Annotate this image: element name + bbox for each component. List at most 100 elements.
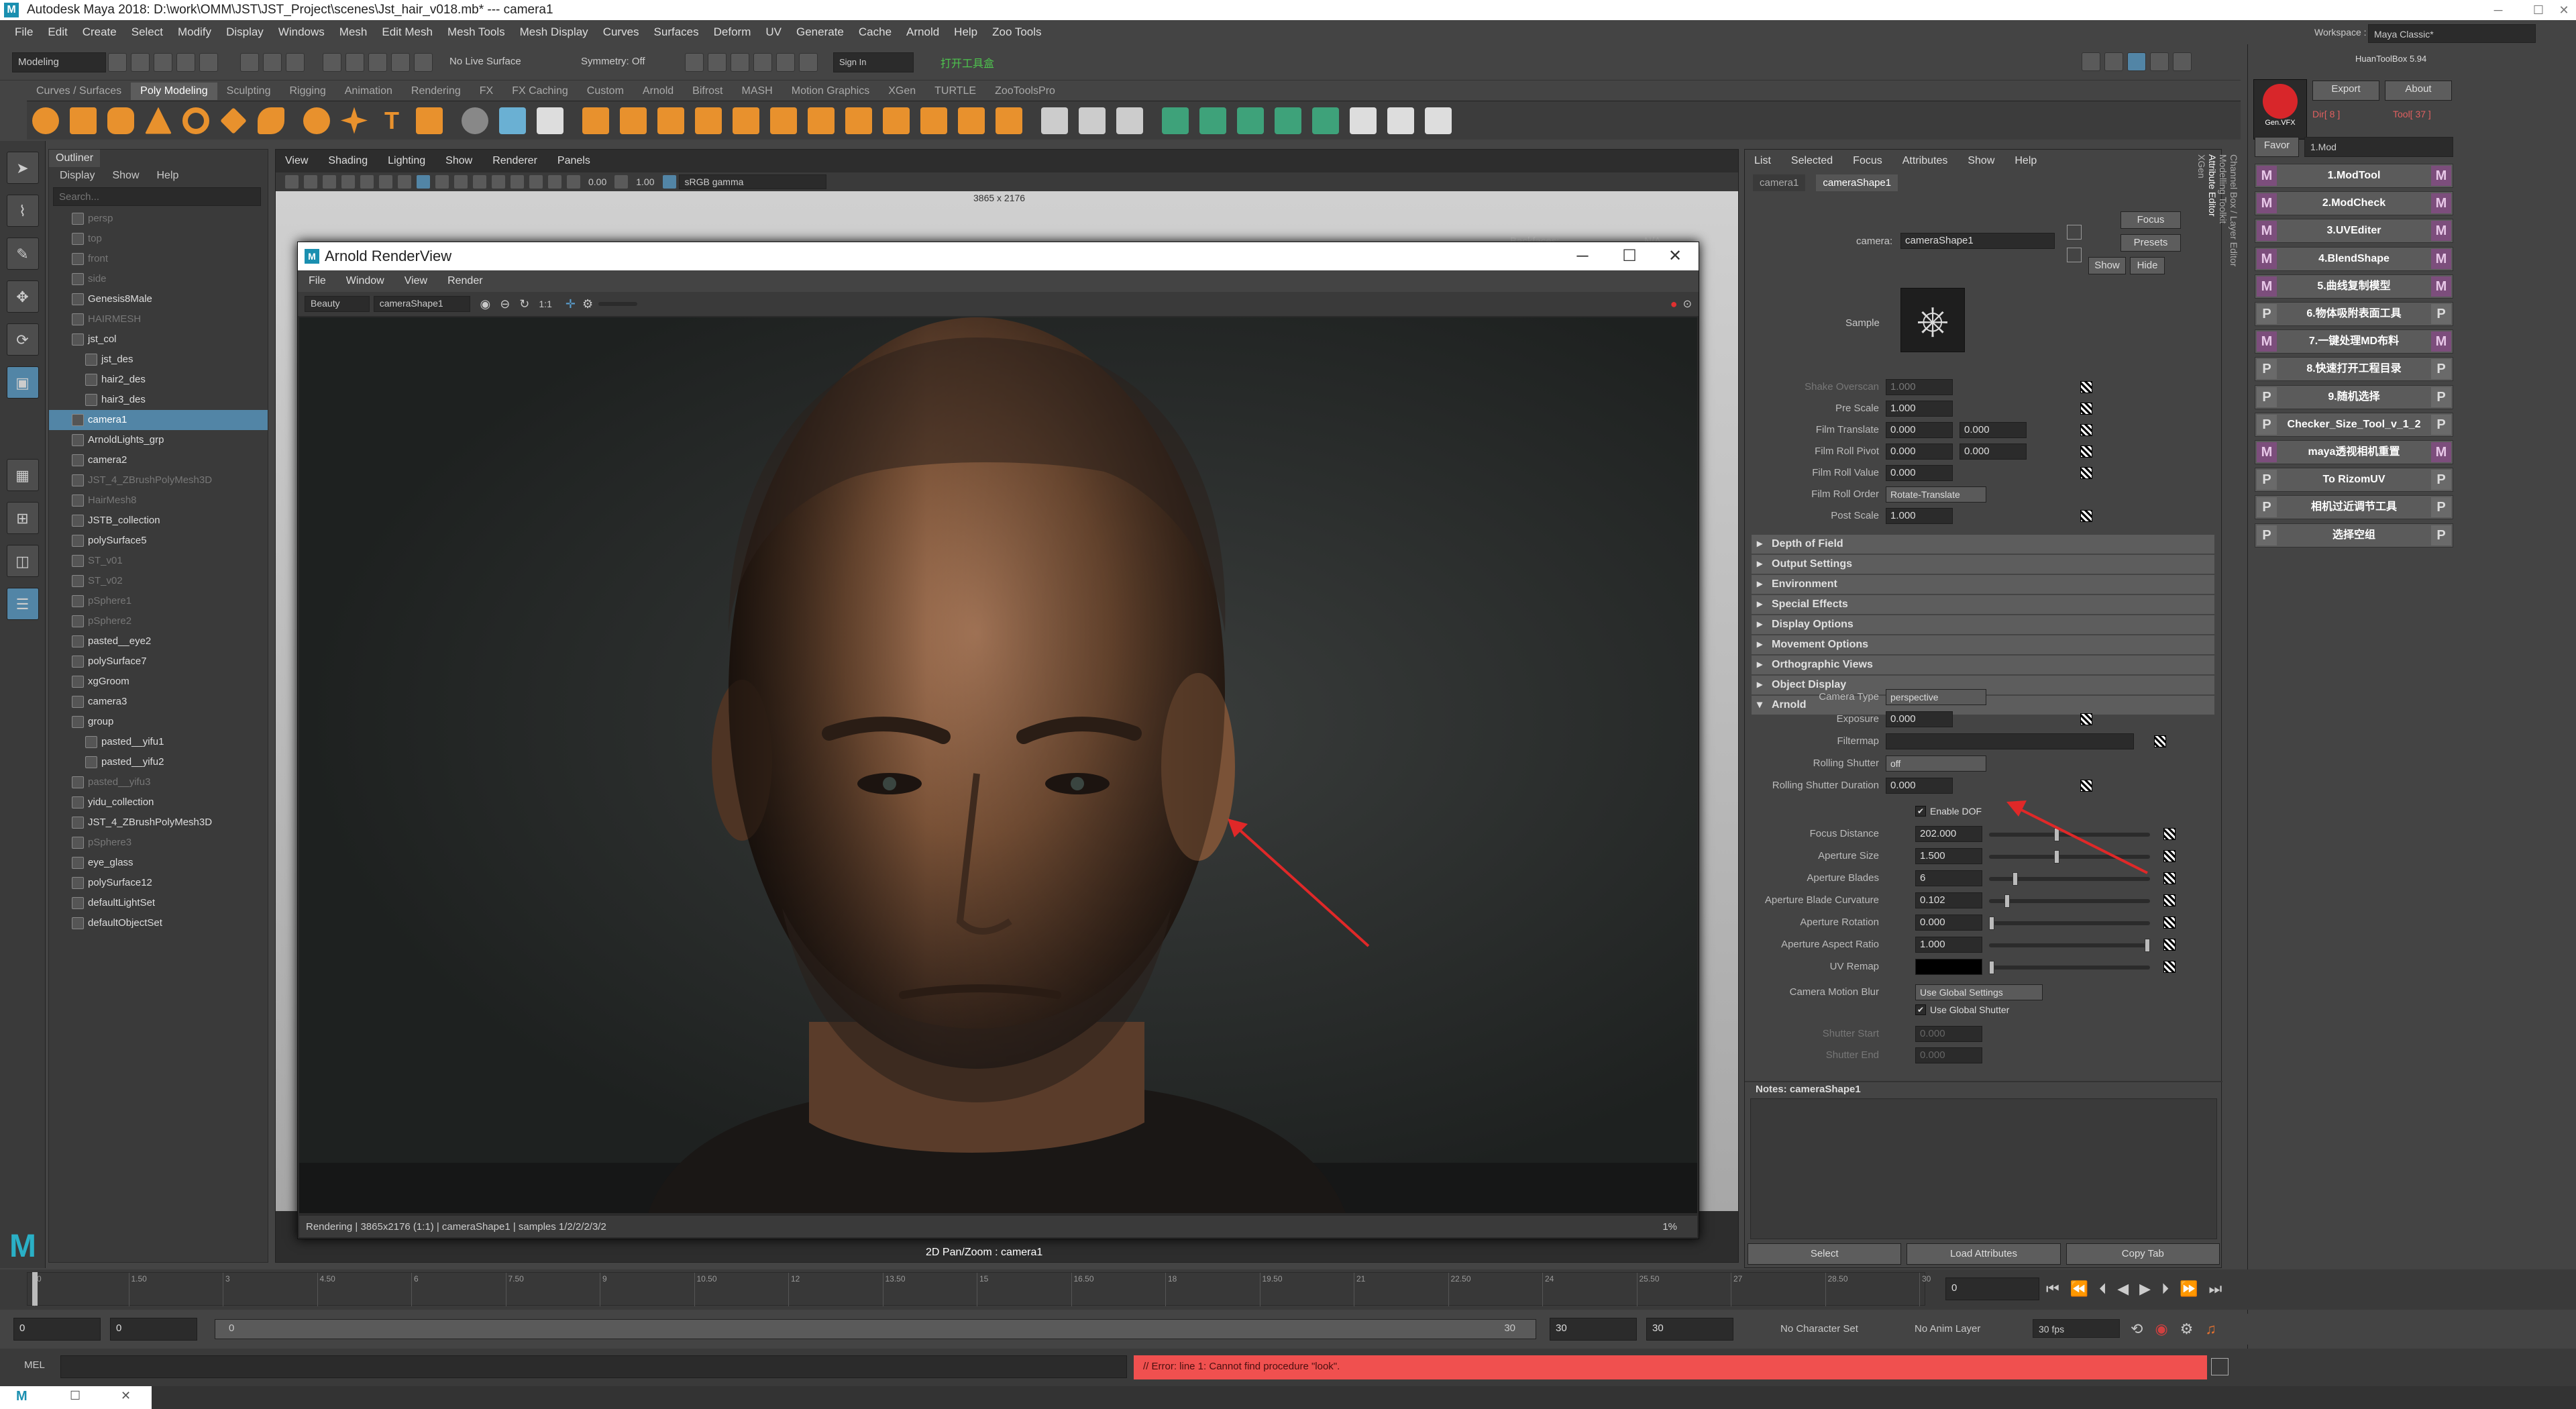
menu-item-help[interactable]: Help [954, 25, 977, 39]
outliner-item[interactable]: pSphere1 [49, 591, 268, 611]
outliner-item[interactable]: polySurface12 [49, 873, 268, 893]
attr-slider[interactable] [1989, 894, 2150, 908]
layout-icon[interactable] [2150, 52, 2169, 71]
outliner-item[interactable]: pasted__eye2 [49, 631, 268, 651]
rotate-tool-icon[interactable]: ⟳ [6, 323, 39, 356]
xray-icon[interactable] [548, 175, 561, 189]
current-frame-field[interactable]: 0 [1945, 1277, 2039, 1300]
outliner-item[interactable]: persp [49, 209, 268, 229]
poly-plane-icon[interactable] [220, 107, 247, 134]
poly-cone-icon[interactable] [145, 107, 172, 134]
attr-slider[interactable] [1989, 939, 2150, 952]
restore-icon[interactable]: ☐ [70, 1389, 80, 1403]
range-start-field[interactable]: 0 [110, 1318, 197, 1341]
viewport-menu-item[interactable]: Panels [557, 155, 590, 167]
attr-tab[interactable]: cameraShape1 [1816, 174, 1898, 191]
global-shutter-checkbox[interactable]: ✔ Use Global Shutter [1915, 1004, 2009, 1015]
soccer-ball-icon[interactable] [303, 107, 330, 134]
outliner-item[interactable]: xgGroom [49, 672, 268, 692]
range-bar[interactable]: 0 30 [215, 1319, 1536, 1339]
attr-focus-icon[interactable] [2067, 225, 2082, 240]
time-ruler[interactable]: 0 1.50 3 4.50 6 7.50 9 10.50 12 13.50 15 16.50 18 19.… [27, 1272, 1931, 1306]
shelf-tab[interactable]: Rendering [402, 83, 470, 100]
gear-icon[interactable] [537, 107, 564, 134]
new-scene-icon[interactable] [108, 52, 127, 72]
outliner-item[interactable]: pasted__yifu3 [49, 772, 268, 792]
uv-unfold-icon[interactable] [1199, 107, 1226, 134]
uv-sew-icon[interactable] [1312, 107, 1339, 134]
image-plane-icon[interactable] [341, 175, 355, 189]
presets-button[interactable]: Presets [2121, 234, 2181, 252]
shelf-tab[interactable]: Animation [335, 83, 402, 100]
menu-item-curves[interactable]: Curves [603, 25, 639, 39]
edge-loop-icon[interactable] [1079, 107, 1106, 134]
shelf-tab[interactable]: FX Caching [502, 83, 578, 100]
crop-icon[interactable]: ✛ [566, 297, 576, 311]
map-button-icon[interactable] [2080, 510, 2092, 522]
map-button-icon[interactable] [2080, 713, 2092, 725]
menu-item-display[interactable]: Display [226, 25, 264, 39]
shelf-tab[interactable]: ZooToolsPro [985, 83, 1065, 100]
isolate-icon[interactable] [529, 175, 543, 189]
outliner-item[interactable]: jst_col [49, 329, 268, 350]
bevel-icon[interactable] [845, 107, 872, 134]
outliner-tab[interactable]: Outliner [49, 150, 101, 167]
outliner-item[interactable]: pasted__yifu1 [49, 732, 268, 752]
command-input[interactable] [60, 1355, 1127, 1378]
sound-icon[interactable]: ♫ [2205, 1320, 2216, 1338]
shelf-tab[interactable]: Custom [578, 83, 633, 100]
menu-item-mesh-tools[interactable]: Mesh Tools [447, 25, 505, 39]
text-icon[interactable]: T [378, 107, 405, 134]
layout-icon[interactable] [2082, 52, 2100, 71]
exposure-slider[interactable] [598, 302, 637, 306]
step-forward-key-icon[interactable]: ⏩ [2180, 1280, 2198, 1298]
open-scene-icon[interactable] [131, 52, 150, 72]
hide-button[interactable]: Hide [2130, 257, 2165, 274]
map-button-icon[interactable] [2163, 917, 2176, 929]
outliner-search-input[interactable] [53, 187, 261, 206]
menu-item-create[interactable]: Create [83, 25, 117, 39]
smooth-shade-icon[interactable] [454, 175, 468, 189]
select-hierarchy-icon[interactable] [240, 52, 259, 72]
transform-icon[interactable] [1387, 107, 1414, 134]
shelf-tab[interactable]: Bifrost [683, 83, 732, 100]
enable-dof-checkbox[interactable]: ✔ Enable DOF [1915, 806, 1982, 817]
toolbox-item[interactable]: P 8.快速打开工程目录 P [2255, 357, 2453, 382]
outliner-item[interactable]: hair3_des [49, 390, 268, 410]
camera-name-field[interactable]: cameraShape1 [1900, 233, 2055, 249]
time-slider[interactable]: 0 1.50 3 4.50 6 7.50 9 10.50 12 13.50 15 16.50 18 19.… [0, 1269, 2576, 1310]
boolean-icon[interactable] [695, 107, 722, 134]
shelf-tab[interactable]: Sculpting [217, 83, 280, 100]
renderview-menu-item[interactable]: View [405, 275, 427, 287]
viewport-menu-item[interactable]: Renderer [492, 155, 537, 167]
menu-item-arnold[interactable]: Arnold [906, 25, 939, 39]
toolbox-item[interactable]: P 6.物体吸附表面工具 P [2255, 302, 2453, 326]
shelf-tab[interactable]: MASH [733, 83, 782, 100]
menu-item-edit[interactable]: Edit [48, 25, 67, 39]
shelf-tab[interactable]: TURTLE [925, 83, 985, 100]
measure-icon[interactable] [499, 107, 526, 134]
map-button-icon[interactable] [2080, 424, 2092, 436]
play-forward-icon[interactable]: ▶ [2139, 1280, 2151, 1298]
toolbox-item[interactable]: P 9.随机选择 P [2255, 384, 2453, 409]
outliner-item[interactable]: defaultObjectSet [49, 913, 268, 933]
snap-point-icon[interactable] [368, 52, 387, 72]
outliner-item[interactable]: jst_des [49, 350, 268, 370]
poly-torus-icon[interactable] [182, 107, 209, 134]
layout-icon[interactable] [2127, 52, 2146, 71]
outliner-item[interactable]: polySurface5 [49, 531, 268, 551]
menu-item-mesh[interactable]: Mesh [339, 25, 368, 39]
redo-icon[interactable] [199, 52, 218, 72]
attr-field[interactable]: 0.000 [1886, 422, 1953, 438]
map-button-icon[interactable] [2080, 467, 2092, 479]
renderview-menu-item[interactable]: Window [346, 275, 384, 287]
attr-slider[interactable] [1989, 917, 2150, 930]
shelf-tab[interactable]: Motion Graphics [782, 83, 879, 100]
section-header-movement-options[interactable]: ▸ Movement Options [1752, 635, 2214, 654]
loop-icon[interactable]: ⟲ [2131, 1320, 2143, 1338]
outliner-item[interactable]: hair2_des [49, 370, 268, 390]
outliner-item[interactable]: ST_v02 [49, 571, 268, 591]
poly-cylinder-icon[interactable] [107, 107, 134, 134]
menu-item-deform[interactable]: Deform [714, 25, 751, 39]
shelf-tab[interactable]: XGen [879, 83, 925, 100]
